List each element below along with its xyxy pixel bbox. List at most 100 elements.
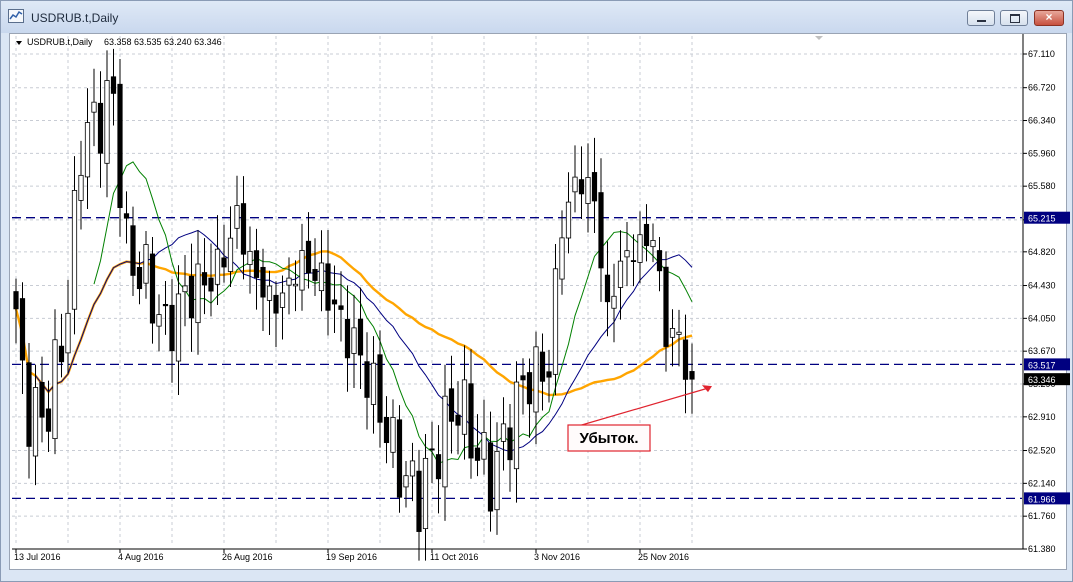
price-chart[interactable]: 67.11066.72066.34065.96065.58065.19064.8… <box>0 0 1073 582</box>
candle-body <box>396 419 403 498</box>
candle-body <box>611 295 617 309</box>
annotation-text: Убыток. <box>579 430 638 447</box>
candle-body <box>136 266 143 290</box>
candle-body <box>240 203 247 255</box>
candle-body <box>630 260 637 262</box>
y-tick-label: 66.720 <box>1028 83 1056 93</box>
candle-body <box>455 414 461 426</box>
candle-body <box>617 260 624 288</box>
y-tick-label: 64.820 <box>1028 247 1056 257</box>
candle-body <box>169 304 175 352</box>
candle-body <box>78 174 84 201</box>
candle-body <box>643 223 650 247</box>
x-tick-label: 25 Nov 2016 <box>638 552 689 562</box>
candle-body <box>422 457 429 530</box>
annotation-arrow-head <box>702 385 712 393</box>
candle-body <box>507 427 513 461</box>
y-tick-label: 62.140 <box>1028 478 1056 488</box>
candle-body <box>481 432 487 460</box>
candle-body <box>123 213 130 219</box>
candle-body <box>175 293 182 362</box>
candle-body <box>91 101 97 113</box>
candle-body <box>71 190 78 310</box>
y-tick-label: 61.760 <box>1028 511 1056 521</box>
candle-body <box>188 275 195 319</box>
candle-body <box>689 371 695 380</box>
annotation-arrow-line <box>567 387 709 430</box>
candle-body <box>52 339 58 439</box>
candle-body <box>13 291 19 310</box>
candle-body <box>39 381 45 418</box>
candle-body <box>253 250 260 278</box>
candle-body <box>546 371 552 378</box>
candle-body <box>221 257 227 268</box>
candle-body <box>591 172 598 202</box>
x-tick-label: 19 Sep 2016 <box>326 552 377 562</box>
ohlc-values-label: 63.358 63.535 63.240 63.346 <box>104 37 222 47</box>
candle-body <box>487 442 494 512</box>
candle-body <box>312 269 318 281</box>
candle-body <box>130 225 136 276</box>
candle-body <box>468 383 474 459</box>
candle-body <box>539 351 546 382</box>
x-tick-label: 3 Nov 2016 <box>534 552 580 562</box>
candle-body <box>110 76 117 94</box>
candle-body <box>559 237 565 280</box>
candle-body <box>494 450 500 511</box>
candle-body <box>474 447 481 461</box>
candle-body <box>637 234 643 263</box>
current-price-label: 63.346 <box>1028 375 1056 385</box>
y-tick-label: 64.430 <box>1028 281 1056 291</box>
price-level-label: 65.215 <box>1028 214 1056 224</box>
candle-body <box>143 244 149 284</box>
candle-body <box>195 263 201 324</box>
x-tick-label: 4 Aug 2016 <box>118 552 164 562</box>
candle-body <box>162 303 169 307</box>
candle-body <box>149 253 156 324</box>
candle-body <box>104 80 110 164</box>
candle-body <box>201 272 208 286</box>
x-tick-label: 26 Aug 2016 <box>222 552 273 562</box>
candle-body <box>403 475 409 488</box>
candle-body <box>533 346 539 413</box>
candle-body <box>585 177 591 204</box>
candle-body <box>357 318 364 356</box>
candle-body <box>299 250 305 291</box>
y-tick-label: 65.580 <box>1028 181 1056 191</box>
candle-body <box>227 237 234 272</box>
candle-body <box>656 250 663 272</box>
shift-marker-icon <box>815 36 823 40</box>
price-level-label: 63.517 <box>1028 360 1056 370</box>
y-tick-label: 62.520 <box>1028 446 1056 456</box>
candle-body <box>416 470 422 532</box>
candle-body <box>117 83 123 209</box>
candle-body <box>208 277 214 292</box>
y-tick-label: 64.050 <box>1028 313 1056 323</box>
candle-body <box>377 354 383 423</box>
candle-body <box>84 122 91 178</box>
candle-body <box>552 268 559 375</box>
candle-body <box>279 292 286 308</box>
header-dropdown-icon[interactable] <box>16 41 22 45</box>
candle-body <box>624 250 630 258</box>
candle-body <box>45 408 52 432</box>
candle-body <box>663 266 669 347</box>
candle-body <box>26 362 32 447</box>
candle-body <box>351 327 357 354</box>
candle-body <box>604 274 611 303</box>
candle-body <box>409 460 416 477</box>
y-tick-label: 67.110 <box>1028 49 1055 59</box>
candle-body <box>448 388 455 422</box>
candle-body <box>390 417 396 453</box>
candle-body <box>435 454 442 480</box>
candle-body <box>578 179 585 195</box>
candle-body <box>520 375 526 381</box>
candle-body <box>650 240 656 248</box>
candle-body <box>305 240 312 274</box>
candle-body <box>247 250 253 265</box>
candle-body <box>266 285 273 301</box>
candle-body <box>214 248 221 285</box>
chart-symbol-label: USDRUB.t,Daily <box>27 37 93 47</box>
price-level-label: 61.966 <box>1028 494 1056 504</box>
candle-body <box>338 305 344 310</box>
